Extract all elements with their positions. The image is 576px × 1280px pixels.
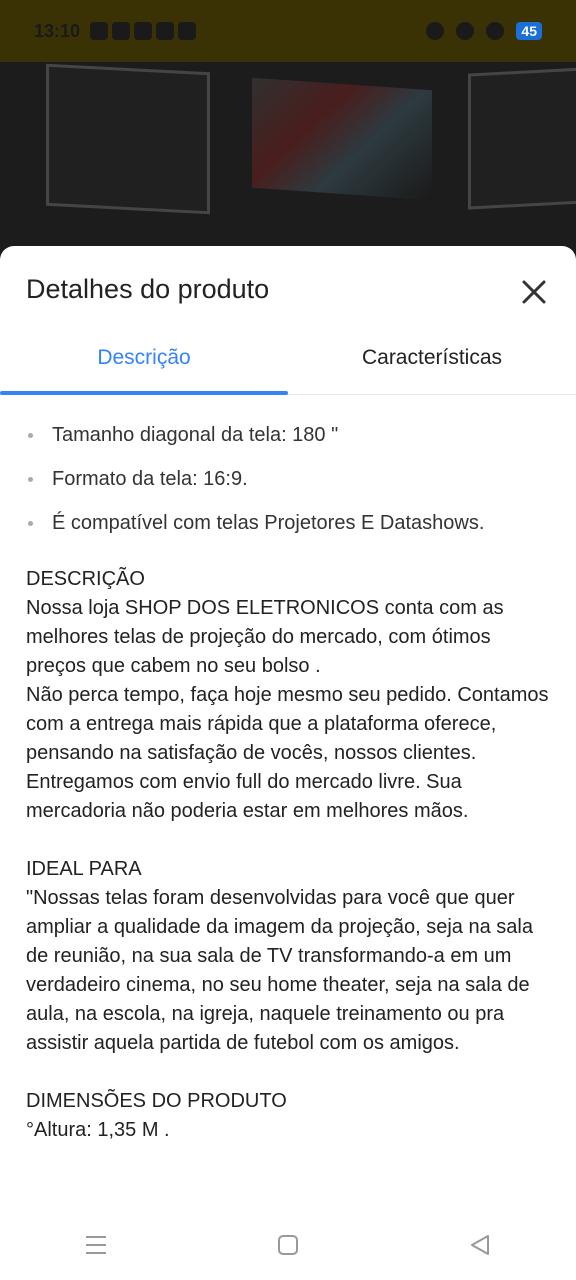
- status-right-icons: 45: [426, 22, 542, 40]
- description-content: Tamanho diagonal da tela: 180 " Formato …: [0, 395, 576, 1145]
- projection-screen-image: [468, 66, 576, 210]
- projection-screen-image: [46, 63, 210, 215]
- youtube-notification-icon: [112, 22, 131, 40]
- sheet-title: Detalhes do produto: [26, 274, 270, 304]
- close-button[interactable]: [518, 276, 550, 308]
- app-notification-icon: [90, 22, 109, 40]
- close-icon: [522, 280, 546, 304]
- sheet-header: Detalhes do produto: [0, 246, 576, 338]
- description-text: DESCRIÇÃO Nossa loja SHOP DOS ELETRONICO…: [26, 568, 549, 1141]
- tabs: Descrição Características: [0, 338, 576, 395]
- product-image-backdrop: [0, 62, 576, 262]
- home-nav-icon: [278, 1235, 298, 1255]
- signal-icon: [486, 22, 505, 40]
- tab-descricao[interactable]: Descrição: [0, 338, 288, 394]
- location-icon: [426, 22, 445, 40]
- back-button[interactable]: [460, 1225, 500, 1265]
- product-details-sheet: Detalhes do produto Descrição Caracterís…: [0, 246, 576, 1280]
- battery-indicator: 45: [516, 22, 542, 40]
- status-bar: 13:10 45: [0, 0, 576, 62]
- active-tab-indicator: [0, 391, 288, 395]
- list-item: Formato da tela: 16:9.: [26, 457, 550, 501]
- home-button[interactable]: [268, 1225, 308, 1265]
- notification-icons: [90, 22, 197, 40]
- list-item: É compatível com telas Projetores E Data…: [26, 501, 550, 545]
- status-time: 13:10: [34, 20, 81, 41]
- youtube-notification-icon: [178, 22, 197, 40]
- highlight-list: Tamanho diagonal da tela: 180 " Formato …: [26, 413, 550, 545]
- tab-caracteristicas[interactable]: Características: [288, 338, 576, 394]
- youtube-notification-icon: [134, 22, 153, 40]
- youtube-notification-icon: [156, 22, 175, 40]
- wifi-icon: [456, 22, 475, 40]
- recent-apps-button[interactable]: [76, 1225, 116, 1265]
- back-nav-icon: [471, 1235, 489, 1255]
- list-item: Tamanho diagonal da tela: 180 ": [26, 413, 550, 457]
- system-nav-bar: [0, 1210, 576, 1280]
- menu-nav-icon: [86, 1236, 106, 1254]
- projection-screen-image: [252, 77, 432, 201]
